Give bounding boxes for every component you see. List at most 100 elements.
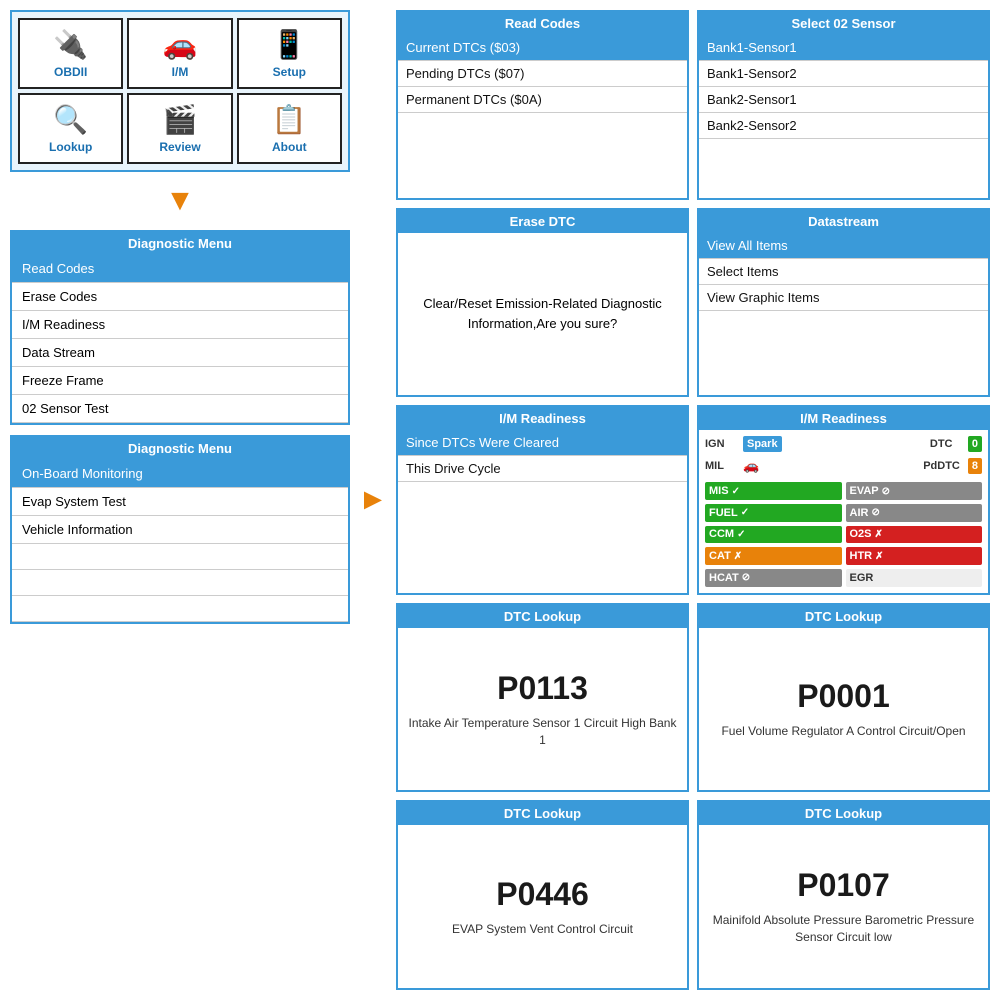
app-cell-review[interactable]: 🎬 Review (127, 93, 232, 164)
dtc-lookup-1-header: DTC Lookup (398, 605, 687, 628)
diag-item-erase-codes[interactable]: Erase Codes (12, 283, 348, 311)
dtc-lookup-2-panel: DTC Lookup P0001 Fuel Volume Regulator A… (697, 603, 990, 793)
im-label: I/M (172, 65, 189, 79)
dtc-lookup-1-body: P0113 Intake Air Temperature Sensor 1 Ci… (398, 628, 687, 791)
select-sensor-header: Select 02 Sensor (699, 12, 988, 35)
diag-item-vehicle-info[interactable]: Vehicle Information (12, 516, 348, 544)
diag-item-data-stream[interactable]: Data Stream (12, 339, 348, 367)
app-cell-im[interactable]: 🚗 I/M (127, 18, 232, 89)
status-mis: MIS (705, 482, 842, 500)
diag-item-evap[interactable]: Evap System Test (12, 488, 348, 516)
about-label: About (272, 140, 307, 154)
row-5: DTC Lookup P0446 EVAP System Vent Contro… (396, 800, 990, 990)
im-status-grid: MIS EVAP FUEL AIR CCM (705, 482, 982, 587)
im-readiness-right-body: IGN Spark DTC 0 MIL 🚗 PdDTC 8 (699, 430, 988, 593)
im-readiness-right-header: I/M Readiness (699, 407, 988, 430)
dtc-lookup-4-panel: DTC Lookup P0107 Mainifold Absolute Pres… (697, 800, 990, 990)
main-container: 🔌 OBDII 🚗 I/M 📱 Setup 🔍 Lookup 🎬 (0, 0, 1000, 1000)
status-hcat: HCAT (705, 569, 842, 587)
app-cell-setup[interactable]: 📱 Setup (237, 18, 342, 89)
status-o2s: O2S (846, 526, 983, 544)
sensor-item-1[interactable]: Bank1-Sensor2 (699, 61, 988, 87)
diag-menu-1-header: Diagnostic Menu (12, 232, 348, 255)
datastream-body: View All Items Select Items View Graphic… (699, 233, 988, 396)
im-item-1[interactable]: This Drive Cycle (398, 456, 687, 482)
pddtc-label: PdDTC (923, 460, 960, 472)
app-grid: 🔌 OBDII 🚗 I/M 📱 Setup 🔍 Lookup 🎬 (18, 18, 342, 164)
sensor-item-0[interactable]: Bank1-Sensor1 (699, 35, 988, 61)
ign-value: Spark (743, 436, 782, 452)
row-1: Read Codes Current DTCs ($03) Pending DT… (396, 10, 990, 200)
diag-item-empty-2 (12, 570, 348, 596)
diag-menu-2-header: Diagnostic Menu (12, 437, 348, 460)
diag-item-freeze-frame[interactable]: Freeze Frame (12, 367, 348, 395)
diag-item-im-readiness[interactable]: I/M Readiness (12, 311, 348, 339)
diag-item-empty-1 (12, 544, 348, 570)
lookup-icon: 🔍 (53, 103, 88, 136)
im-item-0[interactable]: Since DTCs Were Cleared (398, 430, 687, 456)
read-codes-item-0[interactable]: Current DTCs ($03) (398, 35, 687, 61)
select-sensor-panel: Select 02 Sensor Bank1-Sensor1 Bank1-Sen… (697, 10, 990, 200)
obdii-icon: 🔌 (53, 28, 88, 61)
diag-menu-2: Diagnostic Menu On-Board Monitoring Evap… (10, 435, 350, 624)
dtc-code-2: P0001 (797, 678, 890, 715)
row-2: Erase DTC Clear/Reset Emission-Related D… (396, 208, 990, 398)
lookup-label: Lookup (49, 140, 92, 154)
app-cell-lookup[interactable]: 🔍 Lookup (18, 93, 123, 164)
main-arrow-right: ► (358, 10, 388, 990)
left-column: 🔌 OBDII 🚗 I/M 📱 Setup 🔍 Lookup 🎬 (10, 10, 350, 990)
diag-item-empty-3 (12, 596, 348, 622)
diag-menu-1: Diagnostic Menu Read Codes Erase Codes I… (10, 230, 350, 425)
read-codes-panel: Read Codes Current DTCs ($03) Pending DT… (396, 10, 689, 200)
dtc-lookup-2-header: DTC Lookup (699, 605, 988, 628)
datastream-panel: Datastream View All Items Select Items V… (697, 208, 990, 398)
im-icon: 🚗 (163, 28, 198, 61)
read-codes-header: Read Codes (398, 12, 687, 35)
erase-dtc-header: Erase DTC (398, 210, 687, 233)
row-4: DTC Lookup P0113 Intake Air Temperature … (396, 603, 990, 793)
obdii-label: OBDII (54, 65, 87, 79)
dtc-lookup-2-body: P0001 Fuel Volume Regulator A Control Ci… (699, 628, 988, 791)
status-fuel: FUEL (705, 504, 842, 522)
app-cell-obdii[interactable]: 🔌 OBDII (18, 18, 123, 89)
dtc-desc-4: Mainifold Absolute Pressure Barometric P… (707, 912, 980, 946)
review-label: Review (159, 140, 200, 154)
read-codes-item-1[interactable]: Pending DTCs ($07) (398, 61, 687, 87)
sensor-item-2[interactable]: Bank2-Sensor1 (699, 87, 988, 113)
about-icon: 📋 (272, 103, 307, 136)
dtc-label: DTC (930, 438, 960, 450)
dtc-desc-1: Intake Air Temperature Sensor 1 Circuit … (406, 715, 679, 749)
app-cell-about[interactable]: 📋 About (237, 93, 342, 164)
dtc-code-1: P0113 (497, 670, 588, 707)
datastream-item-1[interactable]: Select Items (699, 259, 988, 285)
diag-item-onboard[interactable]: On-Board Monitoring (12, 460, 348, 488)
diag-item-o2-sensor[interactable]: 02 Sensor Test (12, 395, 348, 423)
mil-icon: 🚗 (743, 458, 759, 474)
row-3: I/M Readiness Since DTCs Were Cleared Th… (396, 405, 990, 595)
im-readiness-left-header: I/M Readiness (398, 407, 687, 430)
read-codes-item-2[interactable]: Permanent DTCs ($0A) (398, 87, 687, 113)
sensor-item-3[interactable]: Bank2-Sensor2 (699, 113, 988, 139)
status-ccm: CCM (705, 526, 842, 544)
status-htr: HTR (846, 547, 983, 565)
im-readiness-left-panel: I/M Readiness Since DTCs Were Cleared Th… (396, 405, 689, 595)
arrow-down: ▼ (10, 186, 350, 216)
dtc-code-3: P0446 (496, 876, 589, 913)
pddtc-value: 8 (968, 458, 982, 474)
dtc-lookup-4-body: P0107 Mainifold Absolute Pressure Barome… (699, 825, 988, 988)
status-egr: EGR (846, 569, 983, 587)
dtc-lookup-3-header: DTC Lookup (398, 802, 687, 825)
datastream-item-2[interactable]: View Graphic Items (699, 285, 988, 311)
select-sensor-body: Bank1-Sensor1 Bank1-Sensor2 Bank2-Sensor… (699, 35, 988, 198)
datastream-item-0[interactable]: View All Items (699, 233, 988, 259)
right-area: Read Codes Current DTCs ($03) Pending DT… (396, 10, 990, 990)
status-air: AIR (846, 504, 983, 522)
dtc-desc-2: Fuel Volume Regulator A Control Circuit/… (721, 723, 965, 740)
ign-label: IGN (705, 438, 735, 450)
datastream-header: Datastream (699, 210, 988, 233)
dtc-lookup-1-panel: DTC Lookup P0113 Intake Air Temperature … (396, 603, 689, 793)
diag-item-read-codes[interactable]: Read Codes (12, 255, 348, 283)
dtc-code-4: P0107 (797, 867, 890, 904)
setup-icon: 📱 (272, 28, 307, 61)
status-evap: EVAP (846, 482, 983, 500)
